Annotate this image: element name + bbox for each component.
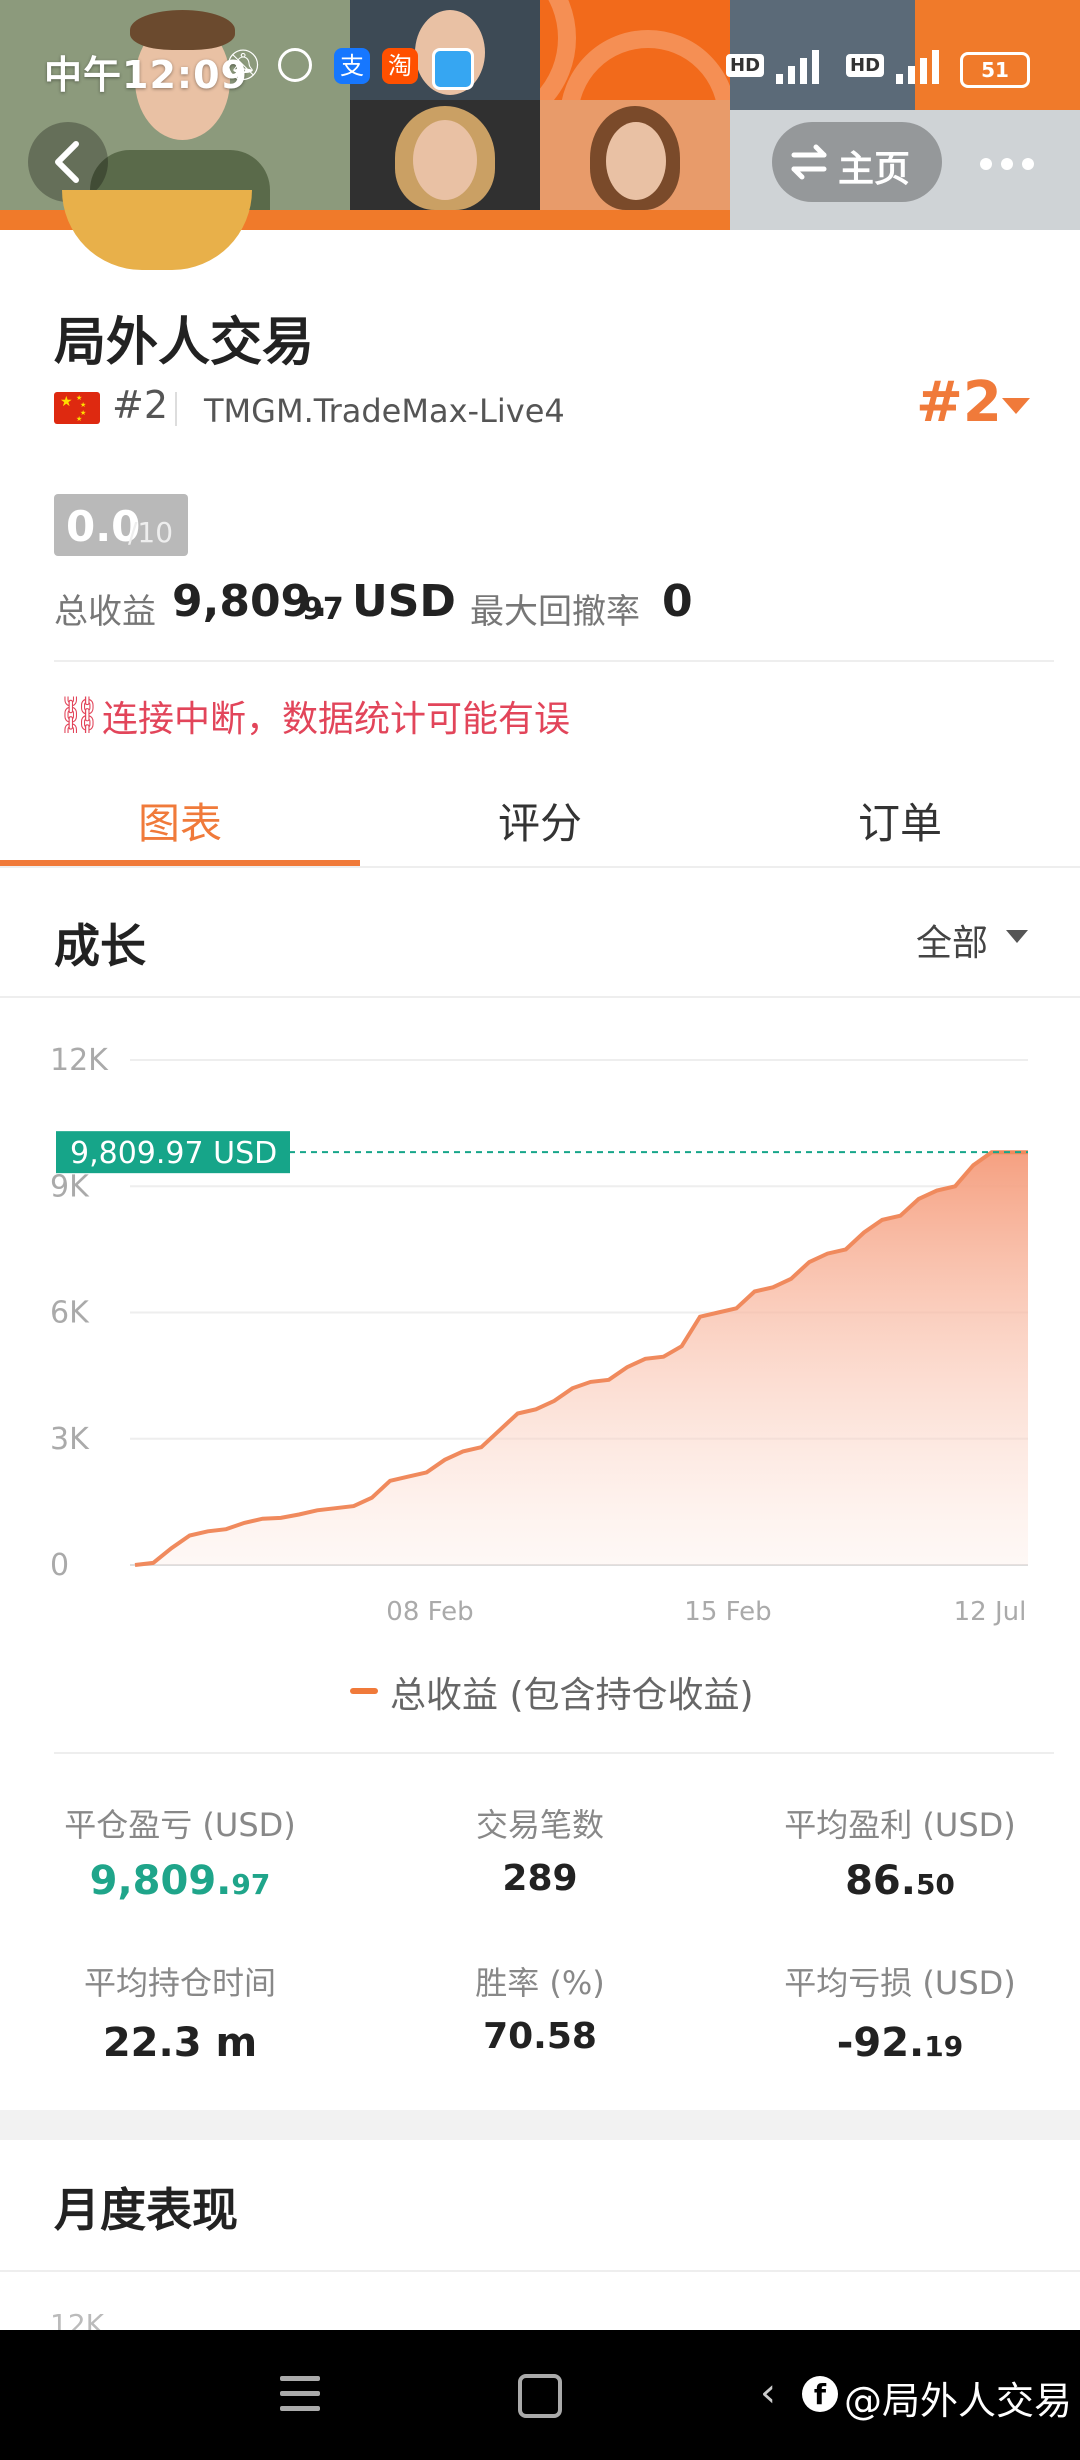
app-notification-icon (432, 48, 474, 90)
stat-label: 平均持仓时间 (83, 1964, 276, 2002)
chevron-left-icon[interactable]: ‹ (760, 2370, 776, 2416)
home-label: 主页 (838, 149, 911, 190)
taobao-icon: 淘 (382, 48, 418, 84)
alipay-icon: 支 (334, 48, 370, 84)
y-tick-label: 0 (50, 1548, 69, 1583)
more-button[interactable] (962, 122, 1052, 202)
stat-dec: 97 (231, 1868, 271, 1901)
y-tick-label: 3K (50, 1422, 90, 1457)
divider (0, 2270, 1080, 2272)
max-drawdown-label: 最大回撤率 (470, 592, 640, 632)
divider (0, 996, 1080, 998)
facebook-icon: f (802, 2376, 838, 2412)
stat-int: 86. (845, 1858, 916, 1904)
battery-icon: 51 (960, 52, 1030, 88)
growth-title: 成长 (54, 919, 146, 973)
divider (54, 1752, 1054, 1754)
stat-label: 平仓盈亏 (USD) (64, 1806, 296, 1844)
status-time: 中午12:09 (44, 53, 248, 97)
switch-icon (791, 144, 827, 180)
connection-warning: 连接中断，数据统计可能有误 (102, 699, 571, 740)
rank-small: #2 (112, 383, 169, 427)
link-broken-icon: ⛓︎ (56, 695, 102, 736)
legend-swatch (350, 1688, 378, 1694)
stat-label: 平均亏损 (USD) (784, 1964, 1016, 2002)
alarm-icon (278, 48, 312, 82)
hd-icon: HD (726, 54, 765, 77)
y-tick-label: 9K (50, 1169, 90, 1204)
x-tick-label: 12 Jul (954, 1597, 1027, 1627)
monthly-card (0, 2140, 1080, 2340)
divider (0, 866, 1080, 868)
stat-dec: 50 (915, 1868, 955, 1901)
x-tick-label: 15 Feb (684, 1597, 771, 1627)
signal-icon (890, 46, 954, 84)
max-drawdown-value: 0 (662, 576, 693, 627)
divider (54, 660, 1054, 662)
tab-orders[interactable]: 订单 (720, 790, 1080, 851)
server-name: TMGM.TradeMax-Live4 (204, 392, 565, 430)
y-tick-label: 6K (50, 1296, 90, 1331)
stat-int: 289 (502, 1858, 578, 1899)
stat-label: 平均盈利 (USD) (784, 1806, 1016, 1844)
mute-icon: 🔕︎ (224, 48, 263, 83)
stat-value: 289 (370, 1858, 710, 1899)
watermark: @局外人交易 (844, 2379, 1073, 2423)
stat-int: 70.58 (483, 2016, 597, 2057)
y-tick-label: 12K (50, 1043, 109, 1078)
status-bar: 中午12:09 🔕︎ 支 淘 HD HD 51 (0, 0, 1080, 130)
stat-dec: 19 (924, 2030, 964, 2063)
home-button[interactable]: 主页 (772, 122, 942, 202)
stat-int: 22.3 m (102, 2020, 258, 2066)
rank-dropdown[interactable]: #2 (916, 370, 1002, 435)
range-filter[interactable]: 全部 (916, 914, 988, 966)
stat-value: 22.3 m (10, 2020, 350, 2066)
total-profit-dec: 97 (302, 592, 344, 627)
legend-label: 总收益 (包含持仓收益) (390, 1675, 754, 1716)
tab-rating[interactable]: 评分 (360, 790, 720, 851)
avatar (62, 190, 252, 270)
section-gap (0, 2110, 1080, 2140)
stat-value: -92.19 (730, 2020, 1070, 2066)
stat-value: 70.58 (370, 2016, 710, 2057)
divider (175, 392, 177, 426)
total-profit-label: 总收益 (54, 592, 156, 632)
stat-value: 86.50 (730, 1858, 1070, 1904)
score-denominator: /10 (128, 516, 174, 549)
stat-value: 9,809.97 (10, 1858, 350, 1904)
growth-chart[interactable]: 12K 9K 6K 3K 0 08 Feb 15 Feb 12 Jul 9,809.97 US… (0, 1020, 1080, 1640)
total-profit-unit: USD (352, 576, 456, 627)
hd-icon: HD (846, 54, 885, 77)
home-icon[interactable] (518, 2374, 562, 2418)
caret-down-icon[interactable] (1002, 398, 1030, 414)
menu-icon[interactable] (280, 2376, 320, 2412)
stat-label: 交易笔数 (475, 1806, 604, 1844)
score-badge: 0.0 /10 (54, 494, 188, 556)
caret-down-icon[interactable] (1006, 930, 1028, 943)
stat-int: 9,809. (89, 1858, 232, 1904)
profile-name: 局外人交易 (54, 313, 315, 373)
china-flag-icon: ★ ★ ★ ★ ★ (54, 392, 100, 424)
current-value-label: 9,809.97 USD (70, 1136, 277, 1171)
series-area (135, 1152, 1028, 1565)
more-icon (980, 158, 1034, 170)
stat-int: -92. (836, 2020, 925, 2066)
x-tick-label: 08 Feb (386, 1597, 473, 1627)
signal-icon (770, 46, 834, 84)
monthly-title: 月度表现 (54, 2183, 238, 2237)
tab-chart[interactable]: 图表 (0, 790, 360, 851)
stat-label: 胜率 (%) (475, 1964, 605, 2002)
